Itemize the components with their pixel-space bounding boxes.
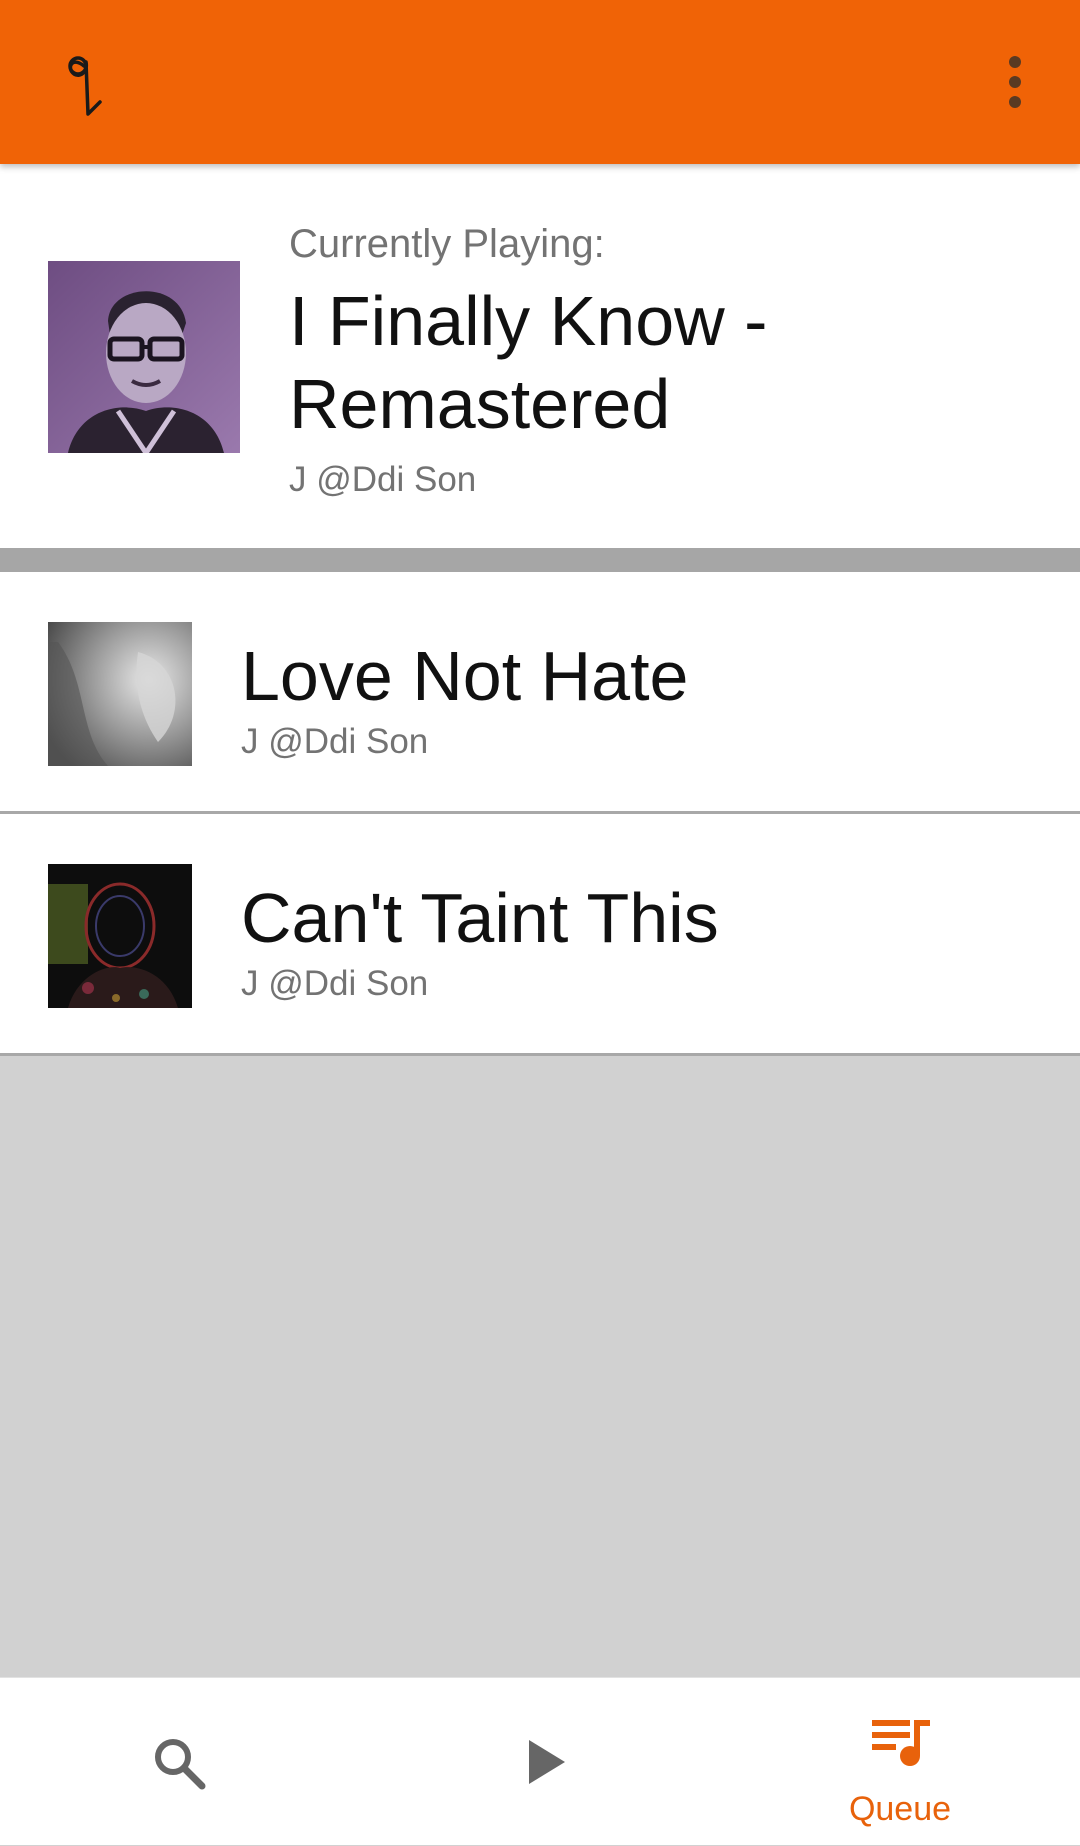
bottom-navigation: Queue [0,1677,1080,1845]
app-bar [0,0,1080,164]
menu-dot [1009,96,1021,108]
now-playing-title: I Finally Know - Remastered [289,282,768,443]
album-art-dark [48,864,192,1008]
now-playing-artist: J @Ddi Son [289,460,477,499]
nav-play-button[interactable] [480,1678,600,1846]
currently-playing-label: Currently Playing: [289,222,605,266]
nav-queue-button[interactable]: Queue [820,1678,980,1846]
nav-queue-label: Queue [848,1790,952,1828]
queue-item-title: Can't Taint This [241,879,719,957]
album-art-grey [48,622,192,766]
now-playing-panel[interactable]: Currently Playing: I Finally Know - Rema… [0,164,1080,548]
list-item[interactable]: Love Not Hate J @Ddi Son [0,572,1080,814]
search-icon [150,1734,210,1799]
list-item[interactable]: Can't Taint This J @Ddi Son [0,814,1080,1056]
queue-item-title: Love Not Hate [241,637,689,715]
nav-search-button[interactable] [120,1678,240,1846]
menu-dot [1009,76,1021,88]
music-note-logo-icon[interactable] [58,44,114,120]
queue-list: Love Not Hate J @Ddi Son Can't Taint Thi… [0,572,1080,1056]
queue-music-icon [870,1716,932,1773]
menu-dot [1009,56,1021,68]
more-vert-icon[interactable] [990,52,1040,112]
play-icon [525,1738,569,1791]
album-art-portrait [48,261,240,453]
queue-item-artist: J @Ddi Son [241,964,429,1003]
queue-item-artist: J @Ddi Son [241,722,429,761]
divider [0,548,1080,572]
